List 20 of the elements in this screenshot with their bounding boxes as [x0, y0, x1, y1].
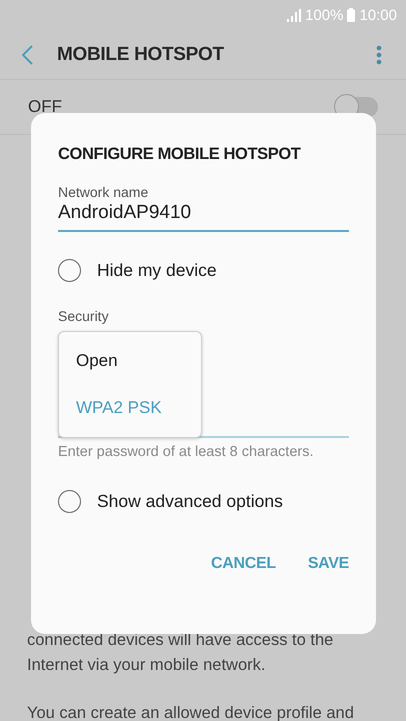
dialog-button[interactable]: SAVE: [308, 555, 349, 573]
radio-button[interactable]: [58, 490, 81, 513]
page-title: MOBILE HOTSPOT: [57, 44, 225, 66]
switch-label: OFF: [28, 97, 62, 117]
description-text: connected devices will have access to the Internet via your mobile network.: [27, 630, 334, 676]
field-label: Network name: [58, 184, 150, 200]
dialog-button[interactable]: CANCEL: [210, 555, 276, 573]
radio-button[interactable]: [58, 259, 81, 282]
signal-icon: [287, 8, 302, 22]
back-icon[interactable]: [22, 44, 33, 64]
hint-text: Enter password of at least 8 characters.: [58, 444, 314, 460]
radio-label: Show advanced options: [97, 491, 283, 512]
more-options-icon[interactable]: [376, 44, 382, 64]
menu-option[interactable]: Open: [59, 351, 201, 372]
input-field[interactable]: AndroidAP9410: [58, 200, 349, 232]
menu-option[interactable]: WPA2 PSK: [59, 398, 201, 418]
field-label: Security: [58, 308, 110, 324]
dialog-title: CONFIGURE MOBILE HOTSPOT: [58, 145, 302, 164]
radio-label: Hide my device: [97, 260, 217, 281]
battery-icon: [347, 8, 356, 22]
